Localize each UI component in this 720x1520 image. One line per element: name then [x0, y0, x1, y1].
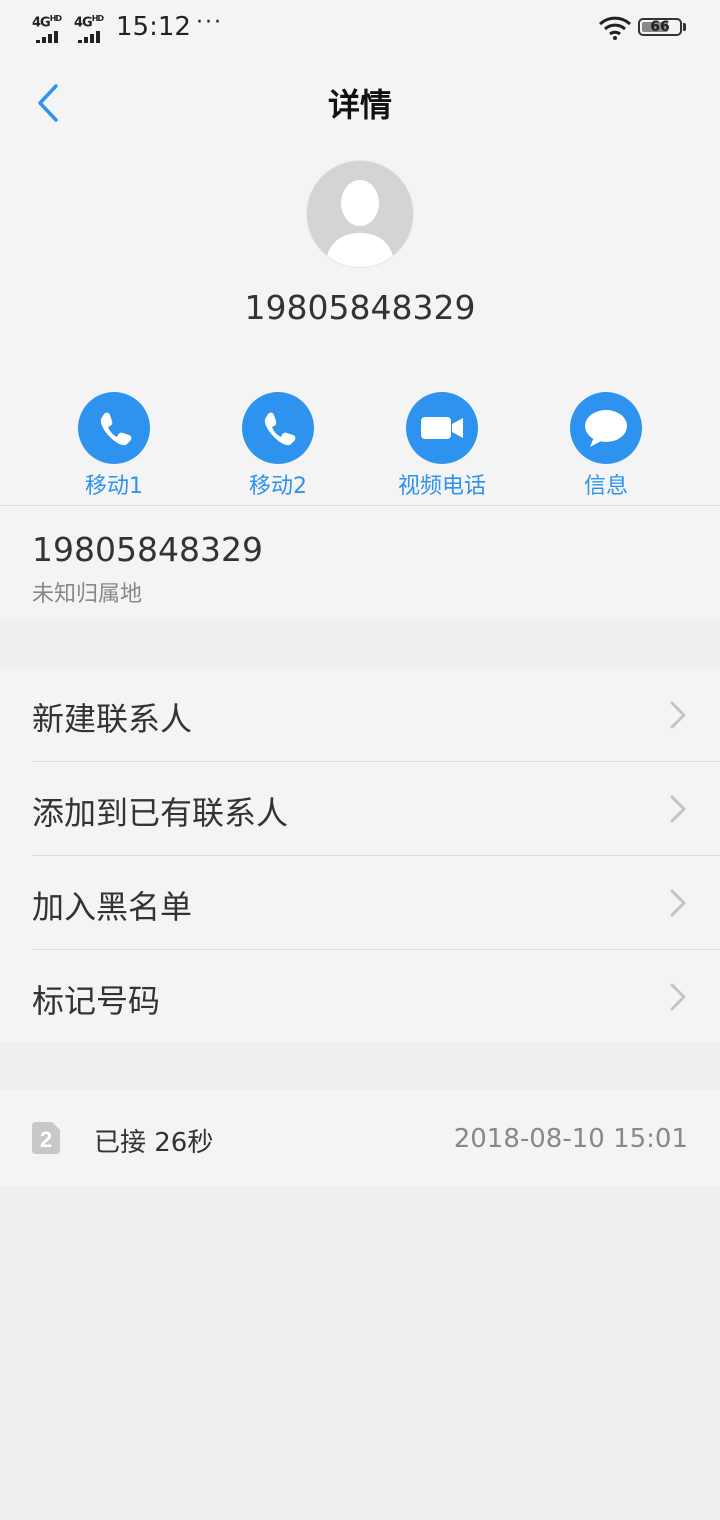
sim-number: 2: [40, 1127, 52, 1152]
contact-number: 19805848329: [244, 288, 476, 327]
menu-item-label: 新建联系人: [32, 700, 193, 738]
chevron-left-icon: [38, 84, 58, 122]
menu-item-mark-number[interactable]: 标记号码: [0, 950, 720, 1043]
network-sup-1: HD: [49, 14, 62, 23]
call-status: 已接 26秒: [94, 1128, 214, 1158]
message-button[interactable]: 信息: [541, 392, 671, 502]
number-info-section[interactable]: 19805848329 未知归属地: [0, 506, 720, 620]
chevron-right-icon: [670, 889, 686, 917]
call-sim1-label: 移动1: [85, 474, 143, 499]
video-camera-icon: [421, 417, 463, 439]
network-sup-2: HD: [91, 14, 104, 23]
call-sim2-button[interactable]: 移动2: [213, 392, 343, 502]
chevron-right-icon: [670, 795, 686, 823]
battery-level: 66: [650, 19, 670, 35]
network-label-1: 4G: [32, 15, 51, 31]
call-sim2-label: 移动2: [249, 474, 307, 499]
menu-item-label: 标记号码: [32, 982, 161, 1020]
battery-icon: 66: [638, 18, 682, 36]
location-text: 未知归属地: [32, 582, 143, 607]
video-call-label: 视频电话: [397, 474, 486, 499]
call-log-item[interactable]: 2 已接 26秒 2018-08-10 15:01: [0, 1090, 720, 1186]
battery-tip: [683, 23, 686, 31]
phone-icon: [264, 412, 296, 446]
phone-icon: [100, 412, 132, 446]
person-silhouette-icon: [325, 180, 395, 267]
chevron-right-icon: [670, 983, 686, 1011]
number-text: 19805848329: [32, 530, 263, 569]
call-timestamp: 2018-08-10 15:01: [453, 1124, 688, 1154]
sim-card-icon: 2: [32, 1122, 60, 1154]
menu-item-label: 加入黑名单: [32, 888, 193, 926]
chevron-right-icon: [670, 701, 686, 729]
message-bubble-icon: [585, 410, 627, 447]
menu-item-new-contact[interactable]: 新建联系人: [0, 668, 720, 761]
network-label-2: 4G: [74, 15, 93, 31]
action-menu: 新建联系人 添加到已有联系人 加入黑名单 标记号码: [0, 668, 720, 1042]
call-sim1-button[interactable]: 移动1: [49, 392, 179, 502]
message-label: 信息: [583, 474, 628, 499]
avatar[interactable]: [306, 160, 414, 268]
status-bar: 4GHD 4GHD 15:12 ··· 66: [0, 0, 720, 56]
wifi-icon: [598, 16, 632, 40]
menu-item-blacklist[interactable]: 加入黑名单: [0, 856, 720, 949]
menu-item-label: 添加到已有联系人: [32, 794, 289, 832]
more-dots-icon: ···: [196, 10, 223, 35]
menu-item-add-to-existing[interactable]: 添加到已有联系人: [0, 762, 720, 855]
back-button[interactable]: [26, 78, 76, 128]
video-call-button[interactable]: 视频电话: [377, 392, 507, 502]
status-time: 15:12: [116, 12, 191, 42]
